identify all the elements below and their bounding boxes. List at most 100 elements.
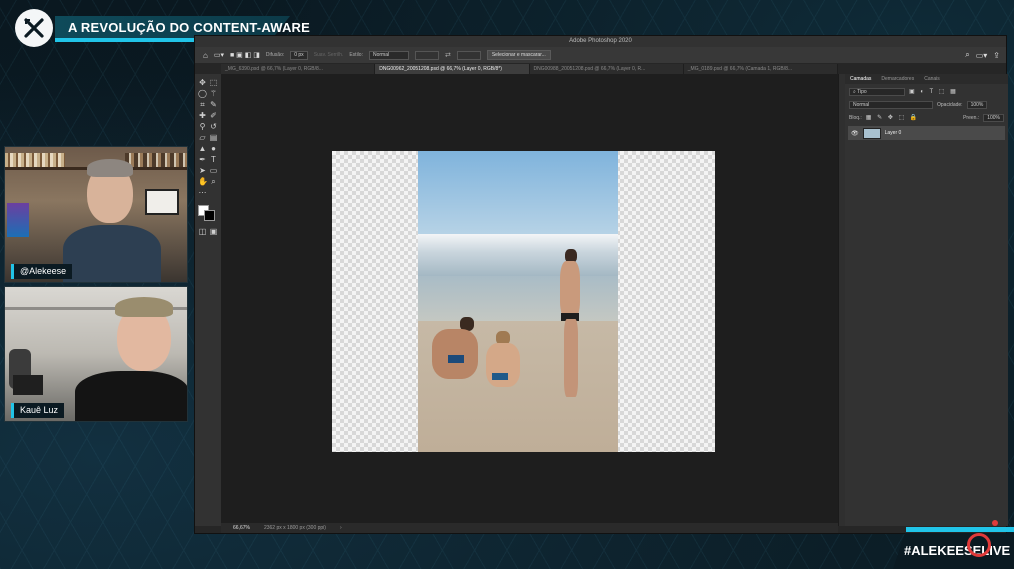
blend-row: Normal Opacidade: 100% [849, 99, 1004, 110]
healing-icon[interactable]: ✚ [198, 111, 207, 120]
opacity-input[interactable]: 100% [966, 100, 988, 109]
magic-wand-icon[interactable]: ⚚ [209, 89, 218, 98]
books [5, 153, 65, 167]
more-icon[interactable]: ⋯ [198, 188, 207, 197]
guest-body [75, 371, 187, 421]
share-icon[interactable]: ⇪ [993, 51, 1000, 60]
lasso-icon[interactable]: ◯ [198, 89, 207, 98]
blank-tool [209, 188, 218, 197]
stream-title: A REVOLUÇÃO DO CONTENT-AWARE [68, 20, 311, 35]
history-brush-icon[interactable]: ↺ [209, 122, 218, 131]
eye-icon[interactable]: 👁 [851, 130, 859, 137]
document-tab[interactable]: _MG_0189.psd @ 66,7% (Camada 1, RGB/8... [684, 64, 838, 74]
stamp-icon[interactable]: ⚲ [198, 122, 207, 131]
document-tab[interactable]: _MG_6390.psd @ 66,7% (Layer 0, RGB/8... [221, 64, 376, 74]
home-icon[interactable]: ⌂ [203, 51, 208, 60]
antialias-label[interactable]: Suav. Serrilh. [314, 52, 344, 58]
document-tab[interactable]: DNG00988_20051208.psd @ 66,7% (Layer 0, … [530, 64, 684, 74]
tab-channels[interactable]: Canais [924, 74, 940, 84]
host-hair [87, 159, 133, 177]
fill-input[interactable]: 100% [983, 113, 1004, 122]
move-icon[interactable]: ✥ [198, 78, 207, 87]
stream-logo-icon [15, 9, 53, 47]
tab-paths[interactable]: Demarcadores [881, 74, 914, 84]
fill-label: Preen.: [963, 114, 980, 121]
photo-wave [418, 234, 618, 279]
photo-sky [418, 151, 618, 236]
blur-icon[interactable]: ▲ [198, 144, 207, 153]
man-body [432, 329, 478, 379]
new-selection-icon[interactable]: ■ ▣ ◧ ◨ [230, 51, 260, 59]
marquee-tool-preset-icon[interactable]: ▭▾ [214, 51, 224, 59]
type-icon[interactable]: T [209, 155, 218, 164]
woman-legs [564, 319, 578, 397]
beach-photo[interactable] [418, 151, 618, 452]
hashtag-accent-line [906, 527, 1014, 532]
filter-label: Tipo [857, 88, 867, 95]
webcam-host: @Alekeese [4, 146, 188, 283]
width-input[interactable] [414, 50, 439, 60]
status-bar: 66,67% 2362 px x 1800 px (300 ppi) › [221, 523, 838, 533]
quick-mask-icon[interactable]: ◫ [198, 227, 207, 236]
opacity-label: Opacidade: [937, 101, 963, 108]
gradient-icon[interactable]: ▤ [209, 133, 218, 142]
host-body [63, 225, 161, 282]
foreground-color-icon[interactable] [198, 205, 216, 221]
woman-body [560, 261, 580, 319]
layer-filter-row: ⌕ Tipo ▣ ◐ T ⬚ ▦ [849, 86, 1004, 97]
eraser-icon[interactable]: ▱ [198, 133, 207, 142]
screen-mode-icon[interactable]: ▣ [209, 227, 218, 236]
boy-body [486, 343, 520, 387]
crop-icon[interactable]: ⌗ [198, 100, 207, 109]
live-dot-icon [992, 520, 998, 526]
tab-label: _MG_6390.psd @ 66,7% (Layer 0, RGB/8... [225, 66, 323, 72]
zoom-level[interactable]: 66,67% [233, 523, 250, 533]
tab-label: DNG00962_20051208.psd @ 66,7% (Layer 0, … [379, 66, 502, 72]
tab-layers[interactable]: Camadas [850, 74, 871, 84]
height-input[interactable] [456, 50, 481, 60]
style-select[interactable]: Normal [368, 50, 409, 60]
webcam-label: @Alekeese [11, 264, 73, 279]
tools-panel: ✥ ⬚ ◯ ⚚ ⌗ ✎ ✚ ✐ ⚲ ↺ ▱ ▤ ▲ ● ✒ T ➤ ▭ ✋ ⌕ … [195, 74, 221, 526]
clapperboard [13, 375, 43, 395]
layer-filter-select[interactable]: ⌕ Tipo [849, 87, 905, 96]
canvas-area[interactable] [221, 74, 838, 523]
search-icon[interactable]: ⌕ [965, 50, 969, 60]
man-swimsuit [448, 355, 464, 363]
lock-label: Bloq.: [849, 114, 862, 121]
layer-name[interactable]: Layer 0 [885, 130, 902, 136]
layer-item[interactable]: 👁 Layer 0 [848, 126, 1005, 140]
hand-icon[interactable]: ✋ [198, 177, 208, 186]
document-tabs: _MG_6390.psd @ 66,7% (Layer 0, RGB/8... … [221, 64, 838, 74]
dodge-icon[interactable]: ● [209, 144, 218, 153]
feather-input[interactable]: 0 px [290, 50, 308, 60]
options-bar: ⌂ ▭▾ ■ ▣ ◧ ◨ Difusão: 0 px Suav. Serrilh… [195, 47, 1006, 63]
status-arrow-icon[interactable]: › [340, 523, 342, 533]
live-indicator-icon [967, 533, 991, 557]
pen-icon[interactable]: ✒ [198, 155, 207, 164]
layers-panel: Camadas Demarcadores Canais ⌕ Tipo ▣ ◐ T… [845, 74, 1008, 526]
document-tab-active[interactable]: DNG00962_20051208.psd @ 66,7% (Layer 0, … [375, 64, 530, 74]
hashtag: #ALEKEESELIVE [904, 543, 1011, 558]
tab-label: _MG_0189.psd @ 66,7% (Camada 1, RGB/8... [687, 66, 793, 72]
panel-tabs: Camadas Demarcadores Canais [845, 74, 1008, 84]
brush-icon[interactable]: ✐ [209, 111, 218, 120]
guest-hair [115, 297, 173, 317]
workspace-icon[interactable]: ▭▾ [976, 51, 988, 60]
eyedropper-icon[interactable]: ✎ [209, 100, 218, 109]
blend-mode-select[interactable]: Normal [849, 100, 933, 109]
lock-row: Bloq.: ▦ ✎ ✥ ⬚ 🔒 Preen.: 100% [849, 112, 1004, 123]
artboard-icon[interactable]: ⬚ [209, 78, 218, 87]
feather-label: Difusão: [265, 52, 285, 58]
path-select-icon[interactable]: ➤ [198, 166, 207, 175]
webcam-guest: Kauê Luz [4, 286, 188, 422]
webcam-label: Kauê Luz [11, 403, 65, 418]
lock-icons[interactable]: ▦ ✎ ✥ ⬚ 🔒 [866, 114, 920, 121]
zoom-icon[interactable]: ⌕ [209, 177, 218, 186]
rectangle-icon[interactable]: ▭ [209, 166, 218, 175]
poster [7, 203, 29, 237]
filter-icons[interactable]: ▣ ◐ T ⬚ ▦ [909, 88, 958, 95]
books [125, 153, 187, 167]
select-and-mask-button[interactable]: Selecionar e mascarar... [486, 50, 551, 60]
swap-icon[interactable]: ⇄ [445, 51, 451, 59]
